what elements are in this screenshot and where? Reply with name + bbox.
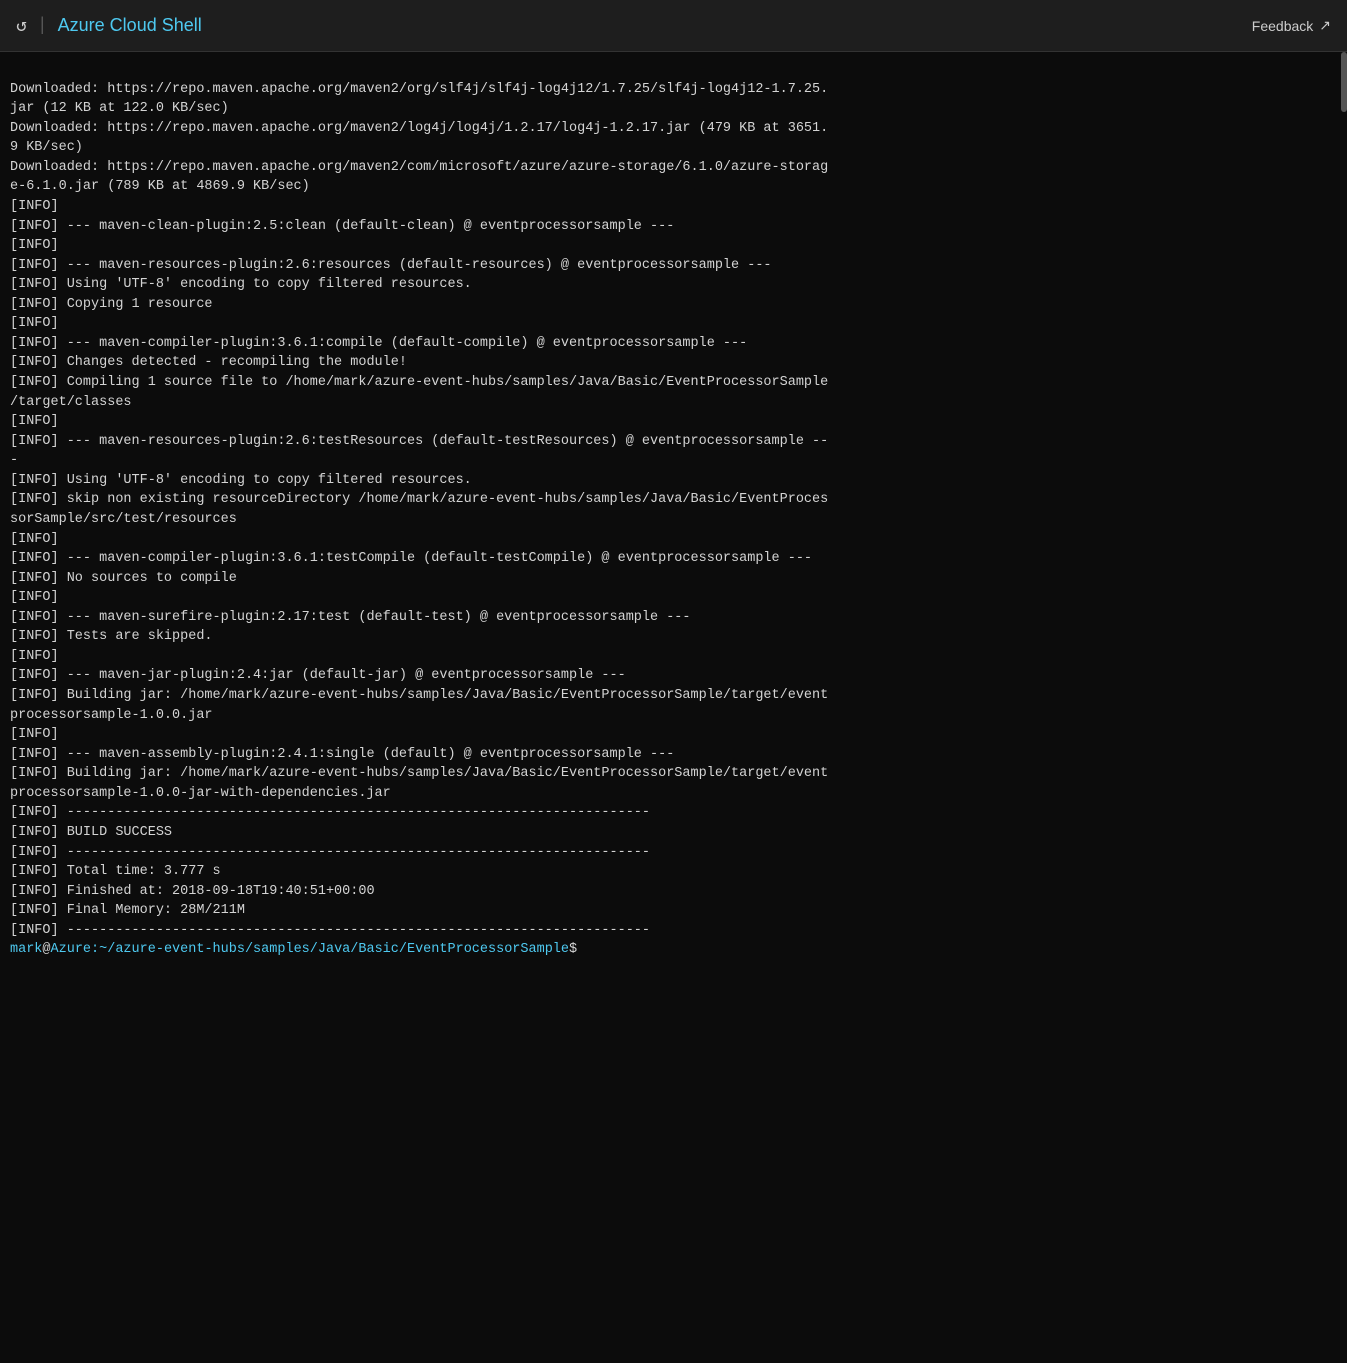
terminal-line: jar (12 KB at 122.0 KB/sec) [10,99,1337,119]
terminal-line: [INFO] --- maven-resources-plugin:2.6:te… [10,432,1337,452]
terminal-line: [INFO] --- maven-surefire-plugin:2.17:te… [10,608,1337,628]
terminal-line: [INFO] [10,197,1337,217]
app-title: Azure Cloud Shell [58,15,202,36]
title-bar: ↺ | Azure Cloud Shell Feedback ↗ [0,0,1347,52]
terminal-line: processorsample-1.0.0.jar [10,706,1337,726]
prompt-dollar: $ [569,942,577,957]
terminal-line: [INFO] No sources to compile [10,569,1337,589]
separator: | [37,16,48,36]
terminal-line: [INFO] [10,588,1337,608]
terminal-line: [INFO] Changes detected - recompiling th… [10,353,1337,373]
terminal-line: [INFO] Copying 1 resource [10,295,1337,315]
terminal-line: [INFO] Final Memory: 28M/211M [10,901,1337,921]
title-bar-left: ↺ | Azure Cloud Shell [16,15,202,37]
terminal-line: processorsample-1.0.0-jar-with-dependenc… [10,784,1337,804]
terminal-line: [INFO] [10,725,1337,745]
prompt-user: mark [10,942,42,957]
terminal-line: [INFO] Total time: 3.777 s [10,862,1337,882]
terminal-line: [INFO] [10,647,1337,667]
terminal-line: [INFO] skip non existing resourceDirecto… [10,490,1337,510]
refresh-icon[interactable]: ↺ [16,15,27,37]
terminal-line: Downloaded: https://repo.maven.apache.or… [10,80,1337,100]
feedback-label: Feedback [1252,18,1313,34]
terminal-line: [INFO] Compiling 1 source file to /home/… [10,373,1337,393]
terminal-line: [INFO] Tests are skipped. [10,627,1337,647]
terminal-line: [INFO] [10,530,1337,550]
terminal-line: sorSample/src/test/resources [10,510,1337,530]
terminal-line: [INFO] --- maven-compiler-plugin:3.6.1:t… [10,549,1337,569]
external-link-icon: ↗ [1319,17,1331,34]
terminal-prompt-line: mark@Azure:~/azure-event-hubs/samples/Ja… [10,940,1337,960]
terminal-line: [INFO] Finished at: 2018-09-18T19:40:51+… [10,882,1337,902]
terminal-line: [INFO] BUILD SUCCESS [10,823,1337,843]
terminal-line: [INFO] Using 'UTF-8' encoding to copy fi… [10,471,1337,491]
terminal-line: [INFO] --- maven-compiler-plugin:3.6.1:c… [10,334,1337,354]
prompt-host: Azure [51,942,92,957]
terminal-line: 9 KB/sec) [10,138,1337,158]
terminal-line: [INFO] ---------------------------------… [10,921,1337,941]
terminal-line: - [10,451,1337,471]
terminal-line: [INFO] --- maven-jar-plugin:2.4:jar (def… [10,666,1337,686]
terminal-line: /target/classes [10,393,1337,413]
terminal-line: Downloaded: https://repo.maven.apache.or… [10,119,1337,139]
terminal-line: [INFO] ---------------------------------… [10,803,1337,823]
terminal-line: [INFO] Building jar: /home/mark/azure-ev… [10,764,1337,784]
terminal-line: [INFO] --- maven-clean-plugin:2.5:clean … [10,217,1337,237]
terminal-line: [INFO] ---------------------------------… [10,843,1337,863]
terminal-line: [INFO] Building jar: /home/mark/azure-ev… [10,686,1337,706]
terminal-line: [INFO] --- maven-assembly-plugin:2.4.1:s… [10,745,1337,765]
prompt-path: :~/azure-event-hubs/samples/Java/Basic/E… [91,942,569,957]
terminal-line: [INFO] [10,236,1337,256]
terminal-line: [INFO] Using 'UTF-8' encoding to copy fi… [10,275,1337,295]
terminal-line: [INFO] [10,314,1337,334]
terminal-line: [INFO] --- maven-resources-plugin:2.6:re… [10,256,1337,276]
scrollbar[interactable] [1341,52,1347,112]
terminal-line: e-6.1.0.jar (789 KB at 4869.9 KB/sec) [10,177,1337,197]
terminal-line: Downloaded: https://repo.maven.apache.or… [10,158,1337,178]
terminal-line: [INFO] [10,412,1337,432]
terminal-output: Downloaded: https://repo.maven.apache.or… [0,52,1347,1363]
feedback-button[interactable]: Feedback ↗ [1252,17,1331,34]
